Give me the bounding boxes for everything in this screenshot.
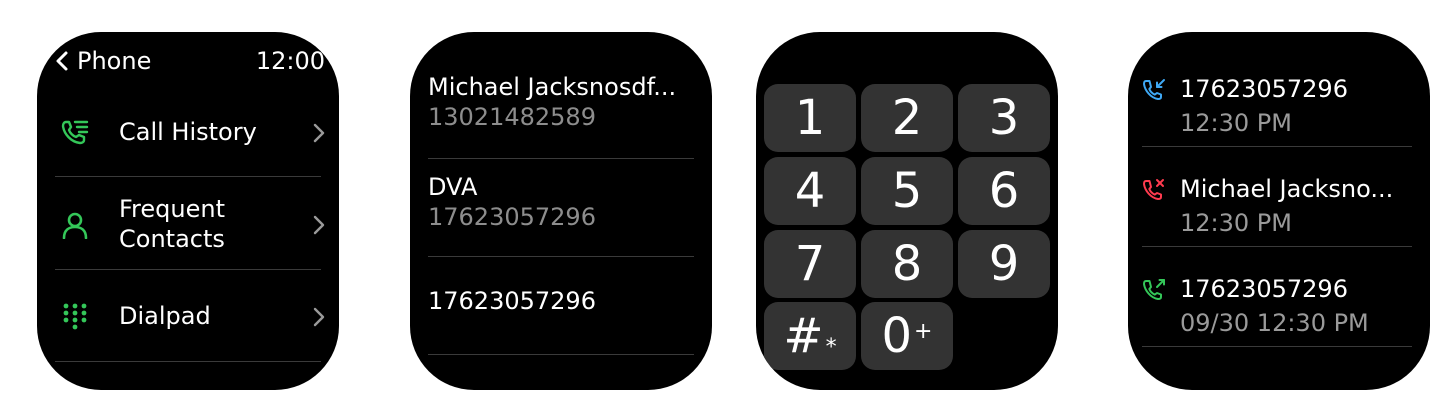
dialpad-screen: 1 2 3 4 5 6 7 8 9 # * 0 + (756, 32, 1058, 390)
menu-item-label-line2: Contacts (119, 225, 225, 253)
hash-symbol: # (783, 308, 824, 364)
divider (55, 269, 321, 270)
divider (55, 176, 321, 177)
contact-name: Michael Jacksnosdf... (428, 73, 677, 101)
call-history-item[interactable]: 17623057296 12:30 PM (1142, 74, 1412, 140)
zero-symbol: 0 (881, 308, 913, 364)
contact-name: 17623057296 (428, 287, 596, 315)
divider (428, 354, 694, 355)
contact-item[interactable]: Michael Jacksnosdf... 13021482589 (428, 72, 694, 132)
call-history-icon (61, 120, 89, 145)
dialpad-grid-icon (63, 303, 87, 330)
dial-key-7[interactable]: 7 (764, 230, 856, 298)
divider (428, 158, 694, 159)
divider (1142, 146, 1412, 147)
clock-time: 12:00 (255, 47, 325, 75)
divider (55, 361, 321, 362)
chevron-right-icon (313, 307, 325, 327)
menu-item-label: Call History (119, 118, 257, 146)
divider (1142, 246, 1412, 247)
dial-key-1[interactable]: 1 (764, 84, 856, 152)
contact-name: DVA (428, 173, 478, 201)
contact-item[interactable]: 17623057296 (428, 286, 694, 316)
call-name: 17623057296 (1180, 275, 1348, 303)
outgoing-call-icon (1143, 279, 1165, 300)
menu-item-frequent-contacts[interactable]: Frequent Contacts (55, 194, 325, 256)
contact-number: 17623057296 (428, 203, 596, 231)
call-time: 12:30 PM (1180, 209, 1292, 237)
dial-key-4[interactable]: 4 (764, 157, 856, 225)
chevron-left-icon (56, 51, 68, 71)
chevron-right-icon (313, 215, 325, 235)
contact-item[interactable]: DVA 17623057296 (428, 172, 694, 232)
menu-item-label-line1: Frequent (119, 195, 225, 223)
menu-item-call-history[interactable]: Call History (55, 116, 325, 150)
contact-number: 13021482589 (428, 103, 596, 131)
chevron-right-icon (313, 123, 325, 143)
back-label: Phone (77, 47, 152, 75)
divider (1142, 346, 1412, 347)
dial-key-3[interactable]: 3 (958, 84, 1050, 152)
menu-item-label: Dialpad (119, 302, 211, 330)
plus-symbol: + (914, 318, 933, 344)
call-history-item[interactable]: Michael Jacksno... 12:30 PM (1142, 174, 1412, 240)
menu-item-dialpad[interactable]: Dialpad (55, 300, 325, 334)
incoming-call-icon (1143, 79, 1165, 100)
dial-key-2[interactable]: 2 (861, 84, 953, 152)
dial-key-hash[interactable]: # * (764, 302, 856, 370)
dial-key-5[interactable]: 5 (861, 157, 953, 225)
call-time: 09/30 12:30 PM (1180, 309, 1369, 337)
call-name: 17623057296 (1180, 75, 1348, 103)
phone-menu-screen: Phone 12:00 Call History Frequent Contac… (37, 32, 339, 390)
top-bar: Phone 12:00 (55, 47, 325, 77)
call-history-screen: 17623057296 12:30 PM Michael Jacksno... … (1128, 32, 1430, 390)
contact-person-icon (62, 212, 88, 239)
call-history-item[interactable]: 17623057296 09/30 12:30 PM (1142, 274, 1412, 340)
call-time: 12:30 PM (1180, 109, 1292, 137)
call-name: Michael Jacksno... (1180, 175, 1394, 203)
frequent-contacts-screen: Michael Jacksnosdf... 13021482589 DVA 17… (410, 32, 712, 390)
missed-call-icon (1143, 179, 1164, 200)
star-symbol: * (825, 334, 837, 360)
dial-key-0[interactable]: 0 + (861, 302, 953, 370)
divider (428, 256, 694, 257)
dial-key-8[interactable]: 8 (861, 230, 953, 298)
dial-key-6[interactable]: 6 (958, 157, 1050, 225)
back-button[interactable]: Phone (55, 47, 151, 75)
dial-key-9[interactable]: 9 (958, 230, 1050, 298)
